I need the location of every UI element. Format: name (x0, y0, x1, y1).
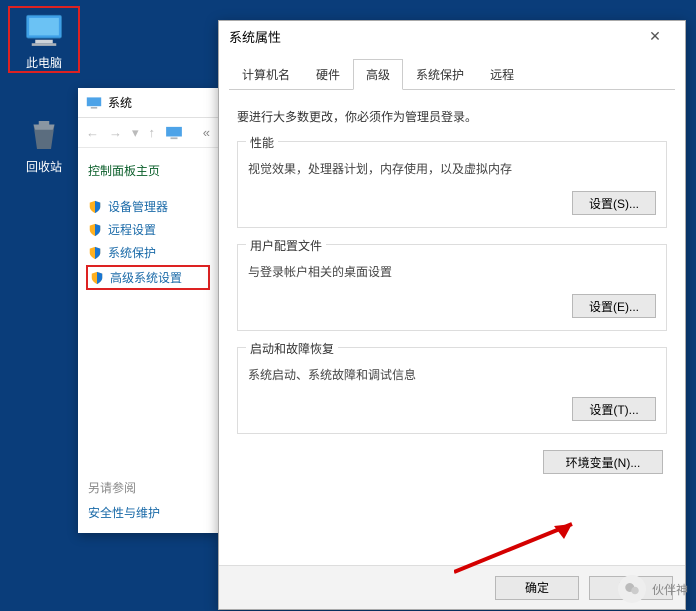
nav-recent-icon[interactable]: ▾ (132, 125, 139, 141)
system-window-navbar: ← → ▾ ↑ « (78, 118, 218, 148)
startup-recovery-group: 启动和故障恢复 系统启动、系统故障和调试信息 设置(T)... (237, 347, 667, 434)
user-profiles-settings-button[interactable]: 设置(E)... (572, 294, 656, 318)
nav-up-icon[interactable]: ↑ (149, 125, 156, 140)
performance-desc: 视觉效果，处理器计划，内存使用，以及虚拟内存 (248, 160, 656, 177)
user-profiles-legend: 用户配置文件 (246, 237, 326, 254)
performance-settings-button[interactable]: 设置(S)... (572, 191, 656, 215)
nav-back-icon[interactable]: ← (86, 125, 99, 140)
system-window-titlebar[interactable]: 系统 (78, 88, 218, 118)
security-maintenance-link[interactable]: 安全性与维护 (88, 504, 160, 521)
dialog-title: 系统属性 (229, 27, 281, 46)
shield-icon (88, 246, 102, 260)
shield-icon (88, 200, 102, 214)
system-window-title: 系统 (108, 94, 132, 111)
recycle-bin-label: 回收站 (8, 158, 80, 175)
startup-recovery-desc: 系统启动、系统故障和调试信息 (248, 366, 656, 383)
tab-remote[interactable]: 远程 (477, 59, 527, 89)
environment-variables-button[interactable]: 环境变量(N)... (543, 450, 663, 474)
dialog-footer: 确定 取消 (219, 565, 685, 609)
ok-button[interactable]: 确定 (495, 576, 579, 600)
computer-icon (165, 126, 183, 140)
shield-icon (88, 223, 102, 237)
recycle-bin-desktop-icon[interactable]: 回收站 (8, 112, 80, 175)
admin-note: 要进行大多数更改，你必须作为管理员登录。 (237, 108, 667, 125)
close-icon[interactable]: ✕ (635, 28, 675, 45)
user-profiles-group: 用户配置文件 与登录帐户相关的桌面设置 设置(E)... (237, 244, 667, 331)
this-pc-desktop-icon[interactable]: 此电脑 (8, 6, 80, 73)
remote-settings-link[interactable]: 远程设置 (88, 218, 208, 241)
user-profiles-desc: 与登录帐户相关的桌面设置 (248, 263, 656, 280)
wechat-icon (618, 575, 646, 603)
nav-forward-icon[interactable]: → (109, 125, 122, 140)
advanced-system-settings-link[interactable]: 高级系统设置 (86, 265, 210, 290)
system-properties-dialog: 系统属性 ✕ 计算机名 硬件 高级 系统保护 远程 要进行大多数更改，你必须作为… (218, 20, 686, 610)
control-panel-home-heading[interactable]: 控制面板主页 (88, 162, 208, 179)
tab-computer-name[interactable]: 计算机名 (229, 59, 303, 89)
system-protection-link[interactable]: 系统保护 (88, 241, 208, 264)
dialog-content: 要进行大多数更改，你必须作为管理员登录。 性能 视觉效果，处理器计划，内存使用，… (219, 90, 685, 498)
computer-icon (86, 96, 102, 110)
startup-recovery-legend: 启动和故障恢复 (246, 340, 338, 357)
system-control-panel-window: 系统 ← → ▾ ↑ « 控制面板主页 设备管理器 远程设置 系统保护 高级系统… (78, 88, 218, 533)
see-also-label: 另请参阅 (88, 479, 160, 496)
computer-icon (23, 12, 65, 50)
performance-group: 性能 视觉效果，处理器计划，内存使用，以及虚拟内存 设置(S)... (237, 141, 667, 228)
performance-legend: 性能 (246, 134, 278, 151)
watermark-text: 伙伴神 (652, 581, 688, 598)
nav-chevrons[interactable]: « (203, 125, 210, 140)
dialog-tabs: 计算机名 硬件 高级 系统保护 远程 (229, 59, 675, 90)
recycle-bin-icon (23, 116, 65, 154)
startup-recovery-settings-button[interactable]: 设置(T)... (572, 397, 656, 421)
device-manager-link[interactable]: 设备管理器 (88, 195, 208, 218)
watermark: 伙伴神 (618, 575, 688, 603)
this-pc-label: 此电脑 (10, 54, 78, 71)
system-window-footer: 另请参阅 安全性与维护 (88, 479, 160, 521)
tab-hardware[interactable]: 硬件 (303, 59, 353, 89)
tab-advanced[interactable]: 高级 (353, 59, 403, 90)
system-window-body: 控制面板主页 设备管理器 远程设置 系统保护 高级系统设置 (78, 148, 218, 305)
dialog-titlebar[interactable]: 系统属性 ✕ (219, 21, 685, 51)
shield-icon (90, 271, 104, 285)
tab-system-protection[interactable]: 系统保护 (403, 59, 477, 89)
